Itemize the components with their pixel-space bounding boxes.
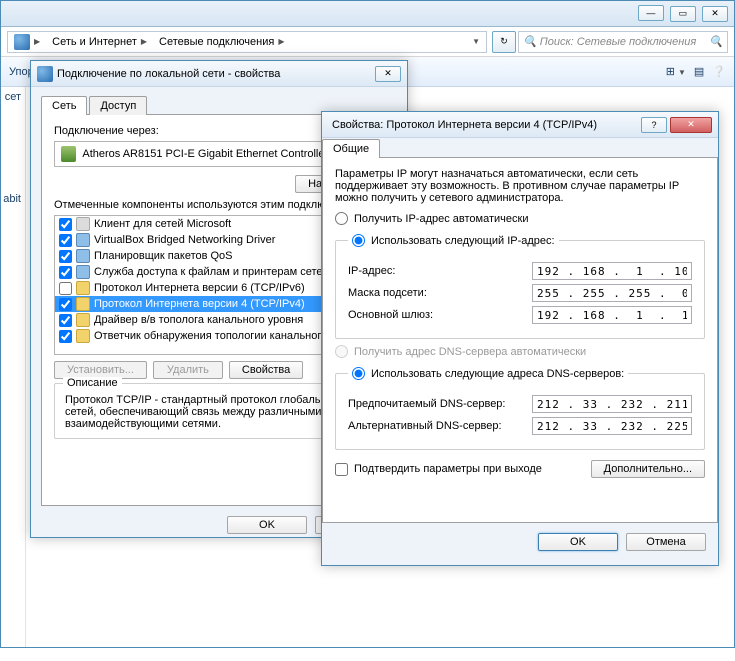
preview-icon[interactable]: ▤ xyxy=(694,65,704,78)
mask-label: Маска подсети: xyxy=(348,287,532,299)
component-checkbox[interactable] xyxy=(59,250,72,263)
dns1-label: Предпочитаемый DNS-сервер: xyxy=(348,398,532,410)
help-icon[interactable]: ❔ xyxy=(712,65,726,78)
component-label: Драйвер в/в тополога канального уровня xyxy=(94,314,303,326)
radio-dns-auto xyxy=(335,345,348,358)
cancel-button[interactable]: Отмена xyxy=(626,533,706,551)
search-icon: 🔍 xyxy=(523,35,537,48)
svc-icon xyxy=(76,233,90,247)
explorer-sidebar: сет abit xyxy=(1,87,26,647)
network-icon xyxy=(14,34,30,50)
crumb-network[interactable]: Сеть и Интернет ▶ xyxy=(46,34,153,50)
crumb-connections[interactable]: Сетевые подключения ▶ xyxy=(153,34,290,50)
proto-icon xyxy=(76,281,90,295)
refresh-button[interactable]: ↻ xyxy=(492,31,516,53)
component-label: Протокол Интернета версии 6 (TCP/IPv6) xyxy=(94,282,305,294)
component-label: VirtualBox Bridged Networking Driver xyxy=(94,234,275,246)
properties-button[interactable]: Свойства xyxy=(229,361,303,379)
lan-title: Подключение по локальной сети - свойства xyxy=(53,68,372,80)
tab-general[interactable]: Общие xyxy=(322,139,380,158)
search-placeholder: Поиск: Сетевые подключения xyxy=(540,36,697,48)
component-checkbox[interactable] xyxy=(59,314,72,327)
component-checkbox[interactable] xyxy=(59,218,72,231)
dns-manual-group: Использовать следующие адреса DNS-сервер… xyxy=(335,364,705,450)
nic-icon xyxy=(61,146,76,162)
ipv4-intro: Параметры IP могут назначаться автоматич… xyxy=(335,168,705,204)
component-label: Планировщик пакетов QoS xyxy=(94,250,233,262)
search-input[interactable]: 🔍 Поиск: Сетевые подключения 🔍 xyxy=(518,31,728,53)
close-button[interactable]: ✕ xyxy=(670,117,712,133)
network-icon xyxy=(37,66,53,82)
ip-input[interactable] xyxy=(532,262,692,280)
maximize-button[interactable]: ▭ xyxy=(670,6,696,22)
ok-button[interactable]: OK xyxy=(227,516,307,534)
ip-label: IP-адрес: xyxy=(348,265,532,277)
proto-icon xyxy=(76,313,90,327)
proto-icon xyxy=(76,329,90,343)
close-button[interactable]: ✕ xyxy=(702,6,728,22)
explorer-chrome: — ▭ ✕ xyxy=(1,1,734,27)
lan-titlebar[interactable]: Подключение по локальной сети - свойства… xyxy=(31,61,407,87)
proto-icon xyxy=(76,297,90,311)
view-icon[interactable]: ⊞ ▼ xyxy=(666,65,686,78)
component-checkbox[interactable] xyxy=(59,234,72,247)
component-checkbox[interactable] xyxy=(59,282,72,295)
description-legend: Описание xyxy=(63,377,122,389)
component-checkbox[interactable] xyxy=(59,330,72,343)
sidebar-item-cut2: abit xyxy=(3,193,21,205)
component-label: Клиент для сетей Microsoft xyxy=(94,218,231,230)
uninstall-button[interactable]: Удалить xyxy=(153,361,223,379)
svc-icon xyxy=(76,249,90,263)
radio-ip-manual[interactable] xyxy=(352,234,365,247)
tab-network[interactable]: Сеть xyxy=(41,96,87,115)
advanced-button[interactable]: Дополнительно... xyxy=(591,460,705,478)
help-button[interactable]: ? xyxy=(641,117,667,133)
history-dropdown-icon[interactable]: ▼ xyxy=(466,37,486,46)
minimize-button[interactable]: — xyxy=(638,5,664,21)
dns2-input[interactable] xyxy=(532,417,692,435)
breadcrumb: ▶ Сеть и Интернет ▶ Сетевые подключения … xyxy=(1,27,734,57)
cli-icon xyxy=(76,217,90,231)
dns1-input[interactable] xyxy=(532,395,692,413)
component-label: Протокол Интернета версии 4 (TCP/IPv4) xyxy=(94,298,305,310)
ok-button[interactable]: OK xyxy=(538,533,618,551)
radio-dns-manual-label: Использовать следующие адреса DNS-сервер… xyxy=(371,368,624,380)
component-checkbox[interactable] xyxy=(59,266,72,279)
radio-ip-manual-label: Использовать следующий IP-адрес: xyxy=(371,235,555,247)
radio-dns-auto-label: Получить адрес DNS-сервера автоматически xyxy=(354,346,586,358)
svc-icon xyxy=(76,265,90,279)
search-go-icon[interactable]: 🔍 xyxy=(709,35,723,48)
radio-ip-auto-label: Получить IP-адрес автоматически xyxy=(354,213,528,225)
gateway-label: Основной шлюз: xyxy=(348,309,532,321)
radio-dns-manual[interactable] xyxy=(352,367,365,380)
sidebar-item-cut1: сет xyxy=(5,91,21,103)
address-bar[interactable]: ▶ Сеть и Интернет ▶ Сетевые подключения … xyxy=(7,31,487,53)
close-button[interactable]: ✕ xyxy=(375,66,401,82)
confirm-exit-checkbox[interactable]: Подтвердить параметры при выходе xyxy=(335,463,542,476)
dns2-label: Альтернативный DNS-сервер: xyxy=(348,420,532,432)
radio-ip-auto[interactable] xyxy=(335,212,348,225)
tab-sharing[interactable]: Доступ xyxy=(89,96,147,115)
ip-manual-group: Использовать следующий IP-адрес: IP-адре… xyxy=(335,231,705,339)
mask-input[interactable] xyxy=(532,284,692,302)
gateway-input[interactable] xyxy=(532,306,692,324)
ipv4-title: Свойства: Протокол Интернета версии 4 (T… xyxy=(328,119,638,131)
ipv4-properties-dialog: Свойства: Протокол Интернета версии 4 (T… xyxy=(321,111,719,566)
component-checkbox[interactable] xyxy=(59,298,72,311)
ipv4-titlebar[interactable]: Свойства: Протокол Интернета версии 4 (T… xyxy=(322,112,718,138)
